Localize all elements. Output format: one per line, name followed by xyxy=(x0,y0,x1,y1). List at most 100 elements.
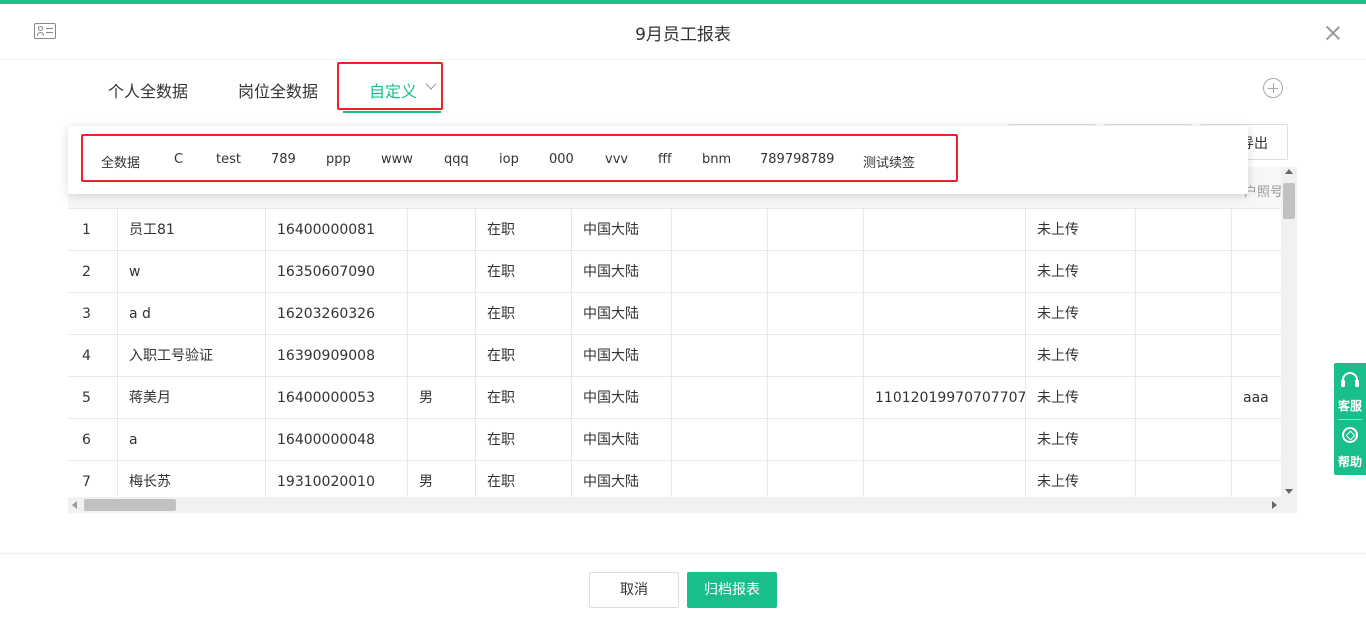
table-cell: 6 xyxy=(68,419,118,461)
scroll-left-icon[interactable] xyxy=(72,501,77,509)
dropdown-item[interactable]: C xyxy=(174,152,183,167)
horizontal-scroll-thumb[interactable] xyxy=(84,499,176,511)
table-cell xyxy=(1232,293,1281,335)
dialog-footer: 取消 归档报表 xyxy=(0,553,1366,625)
table-cell: 16400000053 xyxy=(266,377,408,419)
table-cell xyxy=(1136,419,1232,461)
dropdown-item[interactable]: test xyxy=(216,152,241,167)
dropdown-item[interactable]: qqq xyxy=(444,152,469,167)
table-cell: 16390909008 xyxy=(266,335,408,377)
table-cell: 未上传 xyxy=(1026,251,1136,293)
vertical-scrollbar[interactable] xyxy=(1281,167,1297,497)
table-cell xyxy=(768,251,864,293)
compass-icon xyxy=(1342,427,1358,443)
table-cell: 男 xyxy=(408,377,476,419)
headset-icon xyxy=(1341,372,1359,387)
table-row[interactable]: 6 a 16400000048 在职 中国大陆 未上传 xyxy=(68,419,1281,461)
dropdown-item[interactable]: fff xyxy=(658,152,672,167)
table-cell: 中国大陆 xyxy=(572,209,672,251)
table-cell: a d xyxy=(118,293,266,335)
active-tab-underline xyxy=(343,111,441,113)
side-widget: 客服 帮助 xyxy=(1334,363,1366,475)
table-cell: 在职 xyxy=(476,209,572,251)
table-cell xyxy=(408,335,476,377)
table-cell: 中国大陆 xyxy=(572,251,672,293)
dropdown-item-all-data[interactable]: 全数据 xyxy=(101,152,140,171)
table-cell: 在职 xyxy=(476,335,572,377)
table-cell xyxy=(864,293,1026,335)
table-cell: 1 xyxy=(68,209,118,251)
table-cell xyxy=(768,419,864,461)
table-cell: 16203260326 xyxy=(266,293,408,335)
table-cell: 未上传 xyxy=(1026,377,1136,419)
table-cell: 5 xyxy=(68,377,118,419)
table-cell xyxy=(672,377,768,419)
table-cell xyxy=(408,209,476,251)
dropdown-item[interactable]: iop xyxy=(499,152,519,167)
table-cell: 在职 xyxy=(476,377,572,419)
vertical-scroll-thumb[interactable] xyxy=(1283,183,1295,219)
tab-bar: 个人全数据 岗位全数据 自定义 xyxy=(0,60,1366,116)
table-cell xyxy=(408,251,476,293)
table-cell xyxy=(864,419,1026,461)
employee-table: 户照号 1 员工81 16400000081 在职 中国大陆 未上传 2 w 163506070… xyxy=(68,167,1297,513)
table-cell: aaa xyxy=(1243,390,1269,406)
table-cell xyxy=(1232,335,1281,377)
table-cell xyxy=(408,293,476,335)
dropdown-item[interactable]: 789 xyxy=(271,152,296,167)
dropdown-item-renewal-test[interactable]: 测试续签 xyxy=(863,152,915,171)
table-cell: 16400000048 xyxy=(266,419,408,461)
table-cell xyxy=(1136,293,1232,335)
dropdown-item[interactable]: www xyxy=(381,152,413,167)
dropdown-item[interactable]: bnm xyxy=(702,152,731,167)
table-cell: 16350607090 xyxy=(266,251,408,293)
archive-report-button[interactable]: 归档报表 xyxy=(687,572,777,608)
table-cell: w xyxy=(118,251,266,293)
table-cell xyxy=(1232,209,1281,251)
tab-position-data[interactable]: 岗位全数据 xyxy=(238,78,318,102)
table-cell xyxy=(864,335,1026,377)
customer-service-label: 客服 xyxy=(1337,399,1362,413)
scroll-down-icon[interactable] xyxy=(1285,489,1293,494)
table-cell xyxy=(672,209,768,251)
table-cell: 2 xyxy=(68,251,118,293)
table-cell xyxy=(1136,335,1232,377)
horizontal-scrollbar[interactable] xyxy=(68,497,1281,513)
table-row[interactable]: 4 入职工号验证 16390909008 在职 中国大陆 未上传 xyxy=(68,335,1281,377)
scroll-up-icon[interactable] xyxy=(1285,169,1293,174)
table-cell xyxy=(768,293,864,335)
column-header-partial: 户照号 xyxy=(1244,185,1281,200)
table-row[interactable]: 3a d 16203260326 在职 中国大陆 未上传 xyxy=(68,293,1281,335)
dropdown-item[interactable]: ppp xyxy=(326,152,351,167)
table-cell xyxy=(672,293,768,335)
table-cell xyxy=(408,419,476,461)
dropdown-item[interactable]: 000 xyxy=(549,152,574,167)
help-label: 帮助 xyxy=(1337,455,1362,469)
custom-report-dropdown: 全数据 C test 789 ppp www qqq iop 000 vvv f… xyxy=(68,126,1248,194)
close-icon[interactable] xyxy=(1322,22,1344,44)
table-cell: 16400000081 xyxy=(266,209,408,251)
table-cell xyxy=(672,419,768,461)
scroll-corner xyxy=(1281,497,1297,513)
table-row[interactable]: 2 w 16350607090 在职 中国大陆 未上传 xyxy=(68,251,1281,293)
tab-highlight-box xyxy=(337,62,443,110)
dialog-title: 9月员工报表 xyxy=(635,25,731,45)
plus-circle-icon[interactable] xyxy=(1263,78,1283,98)
cancel-button[interactable]: 取消 xyxy=(589,572,679,608)
tab-personal-data[interactable]: 个人全数据 xyxy=(108,78,188,102)
table-cell: 未上传 xyxy=(1026,419,1136,461)
table-cell xyxy=(1136,377,1232,419)
table-row[interactable]: 5 蒋美月 16400000053 男在职 中国大陆 110120199707077070… xyxy=(68,377,1281,419)
table-row[interactable]: 1 员工81 16400000081 在职 中国大陆 未上传 xyxy=(68,209,1281,251)
customer-service-button[interactable]: 客服 xyxy=(1334,363,1366,419)
table-cell: a xyxy=(118,419,266,461)
table-cell: 未上传 xyxy=(1026,335,1136,377)
help-button[interactable]: 帮助 xyxy=(1334,419,1366,475)
table-cell: 蒋美月 xyxy=(118,377,266,419)
dropdown-item[interactable]: 789798789 xyxy=(760,152,834,167)
dropdown-item[interactable]: vvv xyxy=(605,152,628,167)
table-cell: 员工81 xyxy=(118,209,266,251)
table-cell xyxy=(1136,209,1232,251)
table-cell xyxy=(672,335,768,377)
scroll-right-icon[interactable] xyxy=(1272,501,1277,509)
